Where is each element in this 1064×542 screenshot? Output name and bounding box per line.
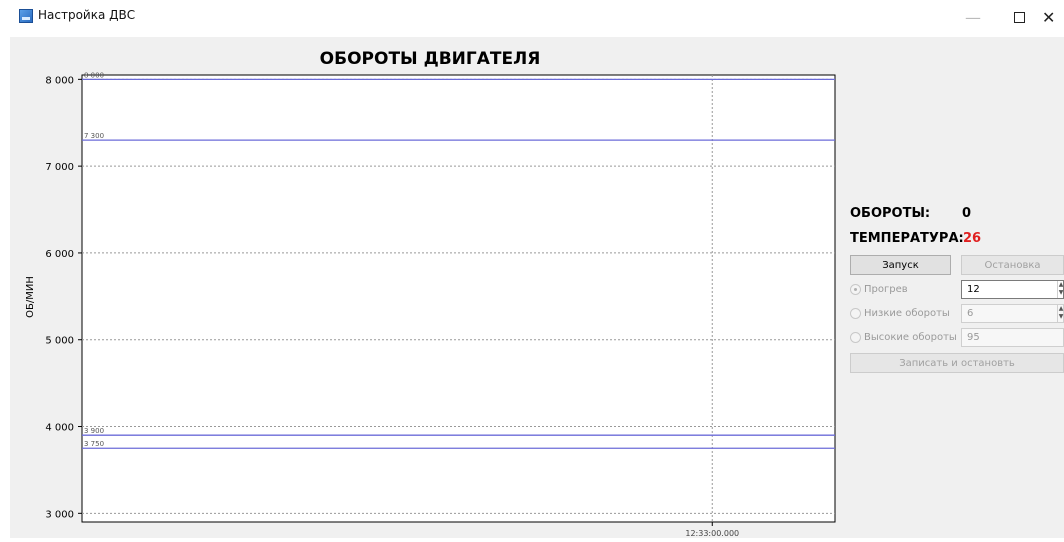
- y-tick-label: 6 000: [45, 249, 74, 260]
- mode-low-rpm-radio[interactable]: Низкие обороты: [850, 304, 950, 322]
- high-rpm-value: 95: [967, 332, 980, 343]
- close-icon: ✕: [1042, 7, 1056, 27]
- mode-low-rpm-label: Низкие обороты: [864, 307, 950, 319]
- maximize-icon: [1013, 11, 1025, 23]
- threshold-label: 3 750: [84, 440, 104, 448]
- temperature-value: 26: [963, 231, 982, 246]
- window-title: Настройка ДВС: [38, 8, 136, 22]
- radio-indicator[interactable]: [850, 307, 861, 319]
- low-rpm-value-stepper[interactable]: 6 ▲ ▼: [961, 304, 1064, 323]
- record-and-stop-button[interactable]: Записать и остановть: [850, 353, 1064, 373]
- radio-indicator[interactable]: [850, 283, 861, 295]
- warmup-value-stepper[interactable]: 12 ▲ ▼: [961, 280, 1064, 299]
- plot-area: [81, 74, 836, 523]
- threshold-label: 7 300: [84, 132, 104, 140]
- stepper-arrows-icon[interactable]: ▲ ▼: [1057, 305, 1064, 322]
- y-tick-label: 7 000: [45, 162, 74, 173]
- start-button[interactable]: Запуск: [850, 255, 951, 275]
- stop-button[interactable]: Остановка: [961, 255, 1064, 275]
- minimize-icon: —: [965, 7, 981, 27]
- low-rpm-value: 6: [967, 308, 974, 319]
- rpm-chart: ОБОРОТЫ ДВИГАТЕЛЯ ОБ/МИН 8 000 7 300 3 900…: [25, 49, 836, 538]
- title-bar: Настройка ДВС — ✕: [0, 0, 1064, 34]
- threshold-label: 3 900: [84, 427, 104, 435]
- threshold-label: 8 000: [84, 71, 104, 79]
- rpm-label: ОБОРОТЫ:: [850, 206, 931, 221]
- y-tick-label: 4 000: [45, 423, 74, 434]
- mode-warmup-label: Прогрев: [864, 283, 908, 295]
- mode-high-rpm-label: Высокие обороты: [864, 331, 957, 343]
- temperature-label: ТЕМПЕРАТУРА:: [850, 231, 964, 246]
- chart-y-axis-label: ОБ/МИН: [25, 276, 36, 318]
- y-tick-label: 3 000: [45, 509, 74, 520]
- radio-indicator[interactable]: [850, 331, 861, 343]
- mode-high-rpm-radio[interactable]: Высокие обороты: [850, 328, 957, 346]
- maximize-button[interactable]: [996, 0, 1042, 34]
- rpm-value: 0: [962, 206, 972, 221]
- high-rpm-value-stepper[interactable]: 95: [961, 328, 1064, 347]
- chart-panel: ОБОРОТЫ ДВИГАТЕЛЯ ОБ/МИН 8 000 7 300 3 900…: [10, 37, 846, 538]
- chart-title: ОБОРОТЫ ДВИГАТЕЛЯ: [320, 49, 541, 69]
- app-icon: [19, 9, 33, 23]
- x-tick-label: 12:33:00.000: [685, 529, 739, 538]
- y-tick-label: 8 000: [45, 75, 74, 86]
- warmup-value: 12: [967, 284, 980, 295]
- mode-warmup-radio[interactable]: Прогрев: [850, 280, 908, 298]
- minimize-button[interactable]: —: [950, 0, 996, 34]
- close-button[interactable]: ✕: [1042, 0, 1064, 34]
- stepper-arrows-icon[interactable]: ▲ ▼: [1057, 281, 1064, 298]
- y-tick-label: 5 000: [45, 336, 74, 347]
